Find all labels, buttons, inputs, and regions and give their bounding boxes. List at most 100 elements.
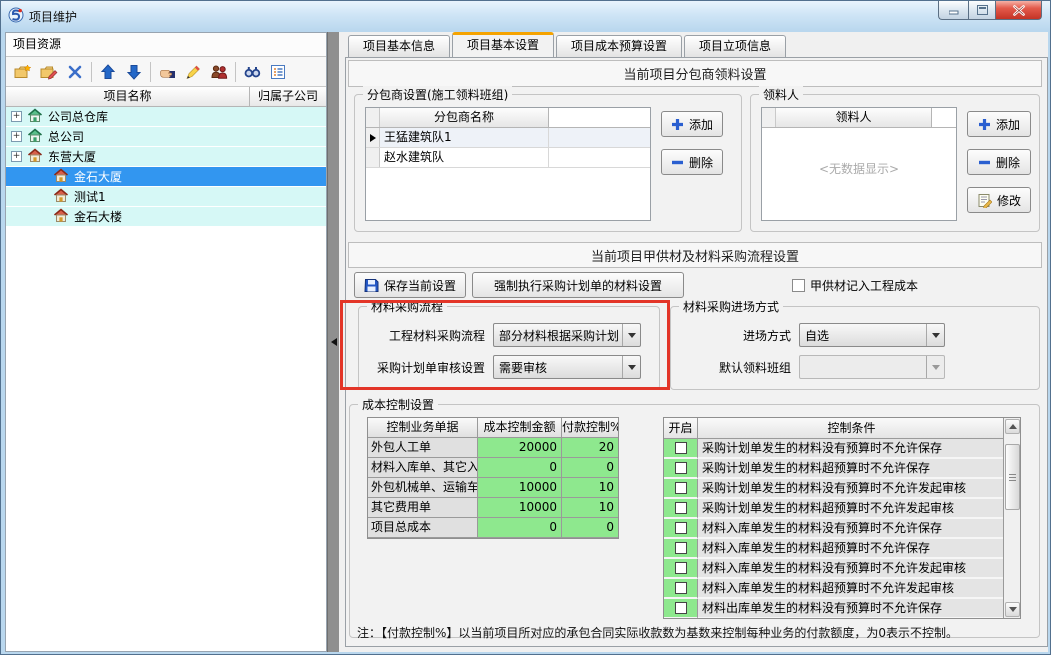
edit-pencil-icon[interactable] [180,60,206,84]
save-settings-button[interactable]: 保存当前设置 [354,272,466,298]
chevron-down-icon[interactable] [926,324,944,346]
column-header-project-name[interactable]: 项目名称 [6,87,250,106]
picker-add-button[interactable]: 添加 [967,111,1031,137]
column-header-payment-pct[interactable]: 付款控制% [562,418,618,438]
assign-icon[interactable] [154,60,180,84]
tab-3[interactable]: 项目立项信息 [684,35,787,57]
toolbar-separator [235,61,236,82]
picker-delete-button[interactable]: 删除 [967,149,1031,175]
panel-splitter[interactable] [327,32,339,652]
cost-amount-cell[interactable]: 10000 [478,478,562,498]
subcontractor-name-cell: 王猛建筑队1 [380,128,549,147]
minimize-button[interactable] [938,1,968,20]
title-bar[interactable]: 项目维护 [1,1,1050,31]
plan-audit-dropdown[interactable]: 需要审核 [493,355,641,379]
chevron-down-icon[interactable] [622,324,640,346]
owner-material-checkbox[interactable] [792,279,805,292]
expand-icon[interactable]: + [11,111,22,122]
condition-checkbox[interactable] [674,462,687,474]
view-options-icon[interactable] [265,60,291,84]
column-header-enabled[interactable]: 开启 [664,418,698,439]
expand-icon[interactable]: + [11,131,22,142]
condition-checkbox[interactable] [674,602,687,614]
expand-icon[interactable]: + [11,151,22,162]
groupbox-title: 成本控制设置 [358,396,439,413]
payment-pct-cell[interactable]: 10 [562,478,618,498]
condition-checkbox[interactable] [674,502,687,514]
project-icon [27,127,48,146]
picker-grid: 领料人 <无数据显示> [761,107,957,221]
table-row: 项目总成本 0 0 [368,518,618,538]
table-row: 采购计划单发生的材料没有预算时不允许保存 [664,439,1005,459]
move-up-icon[interactable] [95,60,121,84]
doc-type-cell: 其它费用单 [368,498,478,518]
new-folder-icon[interactable] [10,60,36,84]
cost-amount-cell[interactable]: 20000 [478,438,562,458]
edit-folder-icon[interactable] [36,60,62,84]
enable-cell [664,439,698,459]
subcontractor-add-button[interactable]: 添加 [661,111,723,137]
project-icon [27,147,48,166]
subcontractor-delete-button[interactable]: 删除 [661,149,723,175]
table-row[interactable]: 赵水建筑队 [366,148,650,168]
condition-checkbox[interactable] [674,522,687,534]
members-icon[interactable] [206,60,232,84]
maximize-button[interactable] [968,1,996,20]
payment-pct-cell[interactable]: 10 [562,498,618,518]
condition-checkbox[interactable] [674,482,687,494]
table-row[interactable]: 王猛建筑队1 [366,128,650,148]
column-header-subcontractor-name[interactable]: 分包商名称 [380,108,549,127]
condition-checkbox[interactable] [674,562,687,574]
payment-pct-cell[interactable]: 20 [562,438,618,458]
condition-text-cell: 材料入库单发生的材料超预算时不允许保存 [698,539,1005,559]
entry-mode-dropdown[interactable]: 自选 [799,323,945,347]
doc-type-cell: 材料入库单、其它入 [368,458,478,478]
tab-content: 当前项目分包商领料设置 分包商设置(施工领料班组) 分包商名称 王猛建筑队1 赵水… [345,57,1048,647]
row-marker-header [762,108,776,127]
tab-1[interactable]: 项目基本设置 [452,32,555,57]
force-apply-button[interactable]: 强制执行采购计划单的材料设置 [472,272,684,298]
scroll-up-icon[interactable] [1005,419,1020,434]
column-header-cost-amount[interactable]: 成本控制金额 [478,418,562,438]
column-header-condition[interactable]: 控制条件 [698,418,1005,439]
scrollbar-thumb[interactable] [1005,444,1020,510]
move-down-icon[interactable] [121,60,147,84]
search-icon[interactable] [239,60,265,84]
tree-item[interactable]: +测试1 [6,187,326,207]
column-header-subsidiary[interactable]: 归属子公司 [250,87,326,106]
table-row: 材料入库单发生的材料超预算时不允许保存 [664,539,1005,559]
default-team-dropdown [799,355,945,379]
project-tree: + 公司总仓库 + 总公司 + 东营大厦 +金石大厦+测试1+金石大楼 [6,107,326,227]
material-flow-dropdown[interactable]: 部分材料根据采购计划 [493,323,641,347]
chevron-down-icon[interactable] [622,356,640,378]
tree-item[interactable]: +金石大厦 [6,167,326,187]
tab-0[interactable]: 项目基本信息 [348,35,451,57]
tree-item[interactable]: + 公司总仓库 [6,107,326,127]
tree-item[interactable]: + 东营大厦 [6,147,326,167]
payment-pct-cell[interactable]: 0 [562,518,618,538]
delete-icon[interactable] [62,60,88,84]
tab-2[interactable]: 项目成本预算设置 [556,35,683,57]
table-row: 材料出库单发生的材料没有预算时不允许保存 [664,599,1005,618]
condition-checkbox[interactable] [674,582,687,594]
project-icon [27,107,48,126]
condition-checkbox[interactable] [674,442,687,454]
column-header-doc-type[interactable]: 控制业务单据 [368,418,478,438]
scroll-down-icon[interactable] [1005,602,1020,617]
tree-item[interactable]: + 总公司 [6,127,326,147]
payment-pct-cell[interactable]: 0 [562,458,618,478]
column-header-picker[interactable]: 领料人 [776,108,932,127]
close-button[interactable] [996,1,1042,20]
tree-item-label: 公司总仓库 [48,110,109,124]
condition-checkbox[interactable] [674,542,687,554]
cost-amount-cell[interactable]: 0 [478,518,562,538]
cost-amount-cell[interactable]: 0 [478,458,562,478]
tree-item[interactable]: +金石大楼 [6,207,326,227]
condition-text-cell: 采购计划单发生的材料超预算时不允许发起审核 [698,499,1005,519]
cost-amount-cell[interactable]: 10000 [478,498,562,518]
picker-modify-button[interactable]: 修改 [967,187,1031,213]
owner-material-label: 甲供材记入工程成本 [810,279,919,293]
table-row: 外包机械单、运输车 10000 10 [368,478,618,498]
project-icon [53,207,74,226]
conditions-scrollbar[interactable] [1003,418,1020,618]
